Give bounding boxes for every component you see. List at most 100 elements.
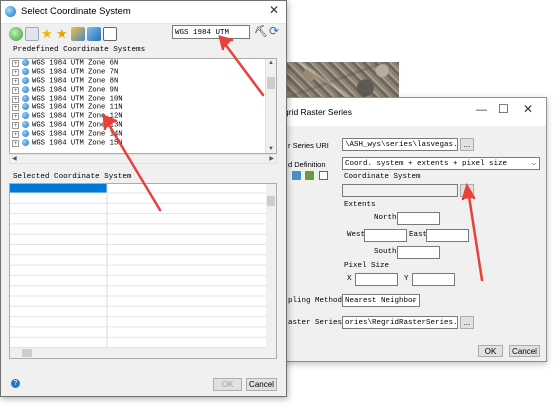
west-field[interactable]	[364, 229, 407, 242]
tree-item[interactable]: + WGS 1984 UTM Zone 15N	[10, 139, 276, 148]
expand-icon[interactable]: +	[12, 140, 19, 148]
tree-item-label: WGS 1984 UTM Zone 10N	[32, 94, 123, 103]
expand-icon[interactable]: +	[12, 95, 19, 103]
tree-rows: + WGS 1984 UTM Zone 6N + WGS 1984 UTM Zone …	[10, 59, 276, 148]
tree-scroll-thumb[interactable]	[267, 77, 275, 89]
coordinate-system-label: Coordinate System	[344, 173, 421, 181]
refresh-icon[interactable]: ⟳	[269, 24, 279, 38]
globe-icon	[22, 94, 29, 102]
globe-icon	[22, 76, 29, 84]
regrid-dialog-titlebar: grid Raster Series — ☐ ✕	[280, 98, 546, 126]
expand-icon[interactable]: +	[12, 113, 19, 121]
import-icon[interactable]	[71, 27, 85, 41]
maximize-icon[interactable]: ☐	[498, 102, 509, 116]
cancel-button[interactable]: Cancel	[509, 345, 540, 357]
south-field[interactable]	[397, 246, 440, 259]
grid-hscrollbar[interactable]	[10, 348, 276, 358]
expand-icon[interactable]: +	[12, 86, 19, 94]
north-label: North	[374, 214, 397, 222]
expand-icon[interactable]: +	[12, 131, 19, 139]
globe-icon	[22, 59, 29, 66]
grid-scroll-thumb[interactable]	[267, 196, 275, 206]
tree-item[interactable]: + WGS 1984 UTM Zone 11N	[10, 103, 276, 112]
regrid-raster-series-dialog: grid Raster Series — ☐ ✕ r Series URI \A…	[279, 97, 547, 362]
extents-label: Extents	[344, 201, 376, 209]
tree-item[interactable]: + WGS 1984 UTM Zone 13N	[10, 121, 276, 130]
predefined-systems-tree[interactable]: + WGS 1984 UTM Zone 6N + WGS 1984 UTM Zone …	[9, 58, 277, 154]
globe-icon	[22, 85, 29, 93]
favorite-star-icon[interactable]: ★	[41, 27, 55, 41]
close-icon[interactable]: ✕	[269, 3, 279, 17]
selected-system-grid[interactable]	[9, 183, 277, 359]
series-uri-field[interactable]: \ASH_wys\series\lasvegas.series	[342, 138, 458, 151]
binoculars-icon[interactable]: ⛏	[254, 25, 268, 38]
south-label: South	[374, 248, 397, 256]
tree-item[interactable]: + WGS 1984 UTM Zone 12N	[10, 112, 276, 121]
minimize-icon[interactable]: —	[476, 104, 487, 116]
tree-scrollbar[interactable]: ▲ ▼	[265, 59, 276, 153]
grid-hscroll-thumb[interactable]	[22, 349, 32, 357]
ok-button[interactable]: OK	[213, 378, 242, 391]
select-dialog-title: Select Coordinate System	[21, 6, 131, 17]
add-globe-icon[interactable]	[9, 27, 23, 41]
help-icon[interactable]: ?	[11, 379, 20, 388]
tree-item[interactable]: + WGS 1984 UTM Zone 10N	[10, 94, 276, 104]
export-icon[interactable]	[87, 27, 101, 41]
scroll-left-icon[interactable]: ◀	[12, 155, 17, 162]
ok-button[interactable]: OK	[478, 345, 503, 357]
pixel-y-field[interactable]	[412, 273, 455, 286]
map-icon[interactable]	[305, 171, 314, 180]
expand-icon[interactable]: +	[12, 104, 19, 112]
resampling-method-value: Nearest Neighbor	[345, 297, 418, 305]
coordinate-system-browse-button[interactable]: ...	[460, 184, 474, 197]
selected-system-label: Selected Coordinate System	[13, 173, 132, 181]
series-uri-browse-button[interactable]: ...	[460, 138, 474, 151]
raster-series-label: aster Series	[288, 319, 343, 327]
tree-item[interactable]: + WGS 1984 UTM Zone 9N	[10, 85, 276, 95]
regrid-dialog-title: grid Raster Series	[284, 107, 353, 117]
scroll-down-icon[interactable]: ▼	[268, 146, 274, 152]
chevron-down-icon: ⌵	[531, 160, 536, 168]
pixel-size-label: Pixel Size	[344, 262, 390, 270]
east-field[interactable]	[426, 229, 469, 242]
add-favorite-icon[interactable]: ★	[56, 27, 70, 41]
expand-icon[interactable]: +	[12, 60, 19, 67]
pixel-y-label: Y	[404, 275, 409, 283]
new-projection-icon[interactable]	[25, 27, 39, 41]
close-icon[interactable]: ✕	[523, 102, 533, 116]
tree-item[interactable]: + WGS 1984 UTM Zone 6N	[10, 59, 276, 68]
raster-series-field[interactable]: ories\RegridRasterSeries.series	[342, 316, 458, 329]
expand-icon[interactable]: +	[12, 77, 19, 85]
tree-item-label: WGS 1984 UTM Zone 12N	[32, 112, 123, 121]
cancel-button[interactable]: Cancel	[246, 378, 277, 391]
globe-icon	[22, 103, 29, 111]
pixel-x-field[interactable]	[355, 273, 398, 286]
tree-item[interactable]: + WGS 1984 UTM Zone 8N	[10, 76, 276, 86]
globe-icon	[22, 67, 29, 75]
east-label: East	[409, 231, 428, 239]
grid-selected-cell	[10, 184, 107, 193]
tree-item[interactable]: + WGS 1984 UTM Zone 14N	[10, 130, 276, 139]
resampling-method-select[interactable]: Nearest Neighbor ⌵	[342, 294, 420, 307]
grid-scrollbar[interactable]	[266, 184, 276, 350]
globe-icon	[22, 121, 29, 129]
grid-icon[interactable]	[292, 171, 301, 180]
tree-hscrollbar[interactable]: ◀ ▶	[9, 154, 277, 164]
expand-icon[interactable]: +	[12, 122, 19, 130]
tree-item-label: WGS 1984 UTM Zone 13N	[32, 121, 123, 130]
scroll-right-icon[interactable]: ▶	[269, 155, 274, 162]
raster-series-browse-button[interactable]: ...	[460, 316, 474, 329]
grid-definition-select[interactable]: Coord. system + extents + pixel size ⌵	[342, 157, 540, 170]
north-field[interactable]	[397, 212, 440, 225]
tree-item-label: WGS 1984 UTM Zone 6N	[32, 59, 119, 68]
globe-icon	[5, 6, 16, 17]
tree-item[interactable]: + WGS 1984 UTM Zone 7N	[10, 67, 276, 77]
coordinate-system-field[interactable]	[342, 184, 458, 197]
resampling-method-label: pling Method	[288, 297, 343, 305]
expand-icon[interactable]: +	[12, 68, 19, 76]
search-input[interactable]: WGS 1984 UTM	[172, 25, 250, 39]
clear-icon[interactable]	[103, 27, 117, 41]
west-label: West	[347, 231, 366, 239]
extent-icon[interactable]	[319, 171, 328, 180]
scroll-up-icon[interactable]: ▲	[268, 60, 274, 66]
